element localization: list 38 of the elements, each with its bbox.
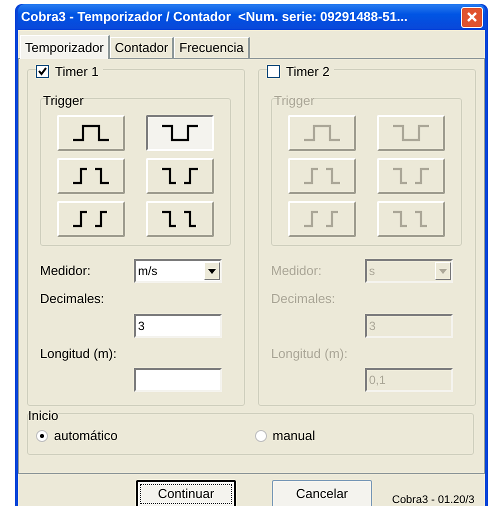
timer-label: Timer 2 bbox=[286, 63, 330, 81]
tab[interactable]: Temporizador bbox=[20, 35, 110, 59]
inicio-label: Inicio bbox=[28, 407, 58, 425]
decimales-label: Decimales: bbox=[271, 290, 336, 308]
trigger-button[interactable] bbox=[146, 115, 214, 151]
decimales-label: Decimales: bbox=[40, 290, 106, 308]
unit-dropdown[interactable]: m/s bbox=[134, 259, 222, 283]
radio-button[interactable] bbox=[254, 430, 266, 442]
checkbox[interactable] bbox=[36, 65, 49, 78]
radio-label: manual bbox=[272, 427, 316, 445]
waveform-icon bbox=[302, 165, 342, 187]
dialog-button[interactable]: Cancelar bbox=[272, 480, 372, 506]
trigger-label: Trigger bbox=[274, 92, 315, 110]
tab[interactable]: Frecuencia bbox=[174, 37, 250, 58]
decimales-field[interactable]: 3 bbox=[134, 314, 222, 338]
longitud-label: Longitud (m): bbox=[271, 344, 349, 363]
waveform-icon bbox=[71, 165, 111, 187]
longitud-label: Longitud (m): bbox=[40, 344, 118, 363]
dialog-button[interactable]: Continuar bbox=[136, 480, 236, 506]
waveform-icon bbox=[391, 122, 431, 144]
waveform-icon bbox=[71, 122, 111, 144]
close-icon bbox=[466, 11, 478, 23]
timer-label: Timer 1 bbox=[55, 63, 99, 81]
tab[interactable]: Contador bbox=[110, 37, 174, 58]
radio-button[interactable] bbox=[36, 430, 48, 442]
window-title: Cobra3 - Temporizador / Contador <Num. serie: 09291488-51... bbox=[21, 8, 408, 26]
longitud-field[interactable] bbox=[134, 368, 222, 392]
check-icon bbox=[38, 67, 47, 76]
waveform-icon bbox=[302, 122, 342, 144]
version-label: Cobra3 - 01.20/3 bbox=[392, 492, 475, 506]
radio-label: automático bbox=[54, 427, 118, 445]
waveform-icon bbox=[391, 165, 431, 187]
waveform-icon bbox=[160, 122, 200, 144]
medidor-label: Medidor: bbox=[271, 262, 323, 280]
close-button[interactable] bbox=[461, 6, 483, 28]
medidor-label: Medidor: bbox=[40, 262, 92, 280]
waveform-icon bbox=[160, 165, 200, 187]
trigger-label: Trigger bbox=[43, 92, 84, 110]
